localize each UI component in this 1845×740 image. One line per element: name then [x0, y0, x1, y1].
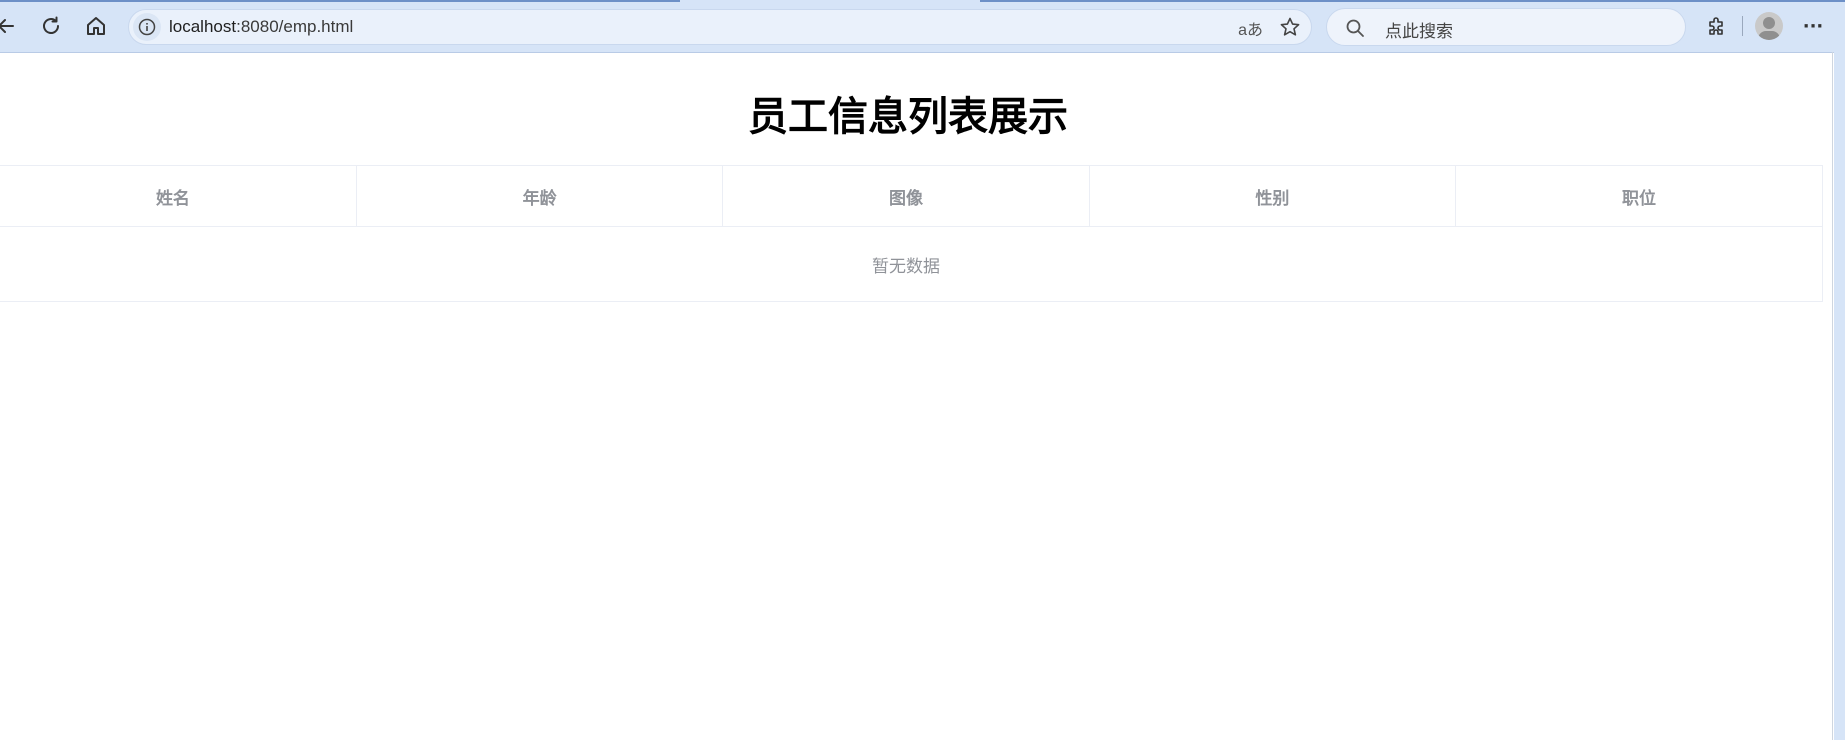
extensions-button[interactable]	[1700, 10, 1732, 42]
search-box[interactable]: 点此搜索	[1326, 8, 1686, 46]
browser-toolbar: localhost:8080/emp.html aあ 点此搜索 ···	[0, 0, 1845, 53]
star-icon	[1280, 17, 1300, 36]
avatar-head	[1763, 17, 1775, 29]
address-bar[interactable]: localhost:8080/emp.html aあ	[128, 9, 1312, 45]
home-icon	[87, 17, 105, 35]
home-button[interactable]	[80, 10, 112, 42]
toolbar-divider	[1742, 16, 1743, 36]
column-header-name[interactable]: 姓名	[0, 166, 357, 227]
info-icon	[138, 18, 156, 36]
page-title: 员工信息列表展示	[748, 94, 1068, 140]
back-button[interactable]	[0, 10, 22, 42]
refresh-icon	[43, 16, 59, 34]
table-header-row: 姓名 年龄 图像 性别 职位	[0, 166, 1822, 227]
back-arrow-icon	[0, 19, 14, 33]
read-aloud-icon[interactable]: aあ	[1238, 16, 1263, 40]
viewport-edge	[1832, 52, 1833, 740]
more-menu-button[interactable]: ···	[1797, 10, 1829, 42]
favorite-button[interactable]	[1279, 16, 1301, 42]
url-text: localhost:8080/emp.html	[169, 17, 353, 37]
search-icon	[1346, 19, 1364, 37]
column-header-gender[interactable]: 性别	[1089, 166, 1457, 227]
site-info-button[interactable]	[133, 13, 161, 41]
puzzle-icon	[1709, 17, 1723, 35]
url-host: localhost	[169, 17, 237, 36]
column-header-age[interactable]: 年龄	[356, 166, 724, 227]
url-path: :8080/emp.html	[236, 17, 354, 36]
profile-avatar[interactable]	[1755, 12, 1783, 40]
empty-row: 暂无数据	[0, 227, 1822, 302]
column-header-image[interactable]: 图像	[722, 166, 1090, 227]
empty-text: 暂无数据	[872, 256, 940, 277]
window-frame-right	[1834, 52, 1845, 740]
avatar-body	[1758, 31, 1780, 40]
refresh-button[interactable]	[35, 10, 67, 42]
search-placeholder: 点此搜索	[1385, 22, 1453, 42]
employee-table: 姓名 年龄 图像 性别 职位 暂无数据	[0, 165, 1823, 302]
tab-edge	[0, 0, 680, 2]
column-header-position[interactable]: 职位	[1455, 166, 1822, 227]
tab-edge	[980, 0, 1845, 2]
